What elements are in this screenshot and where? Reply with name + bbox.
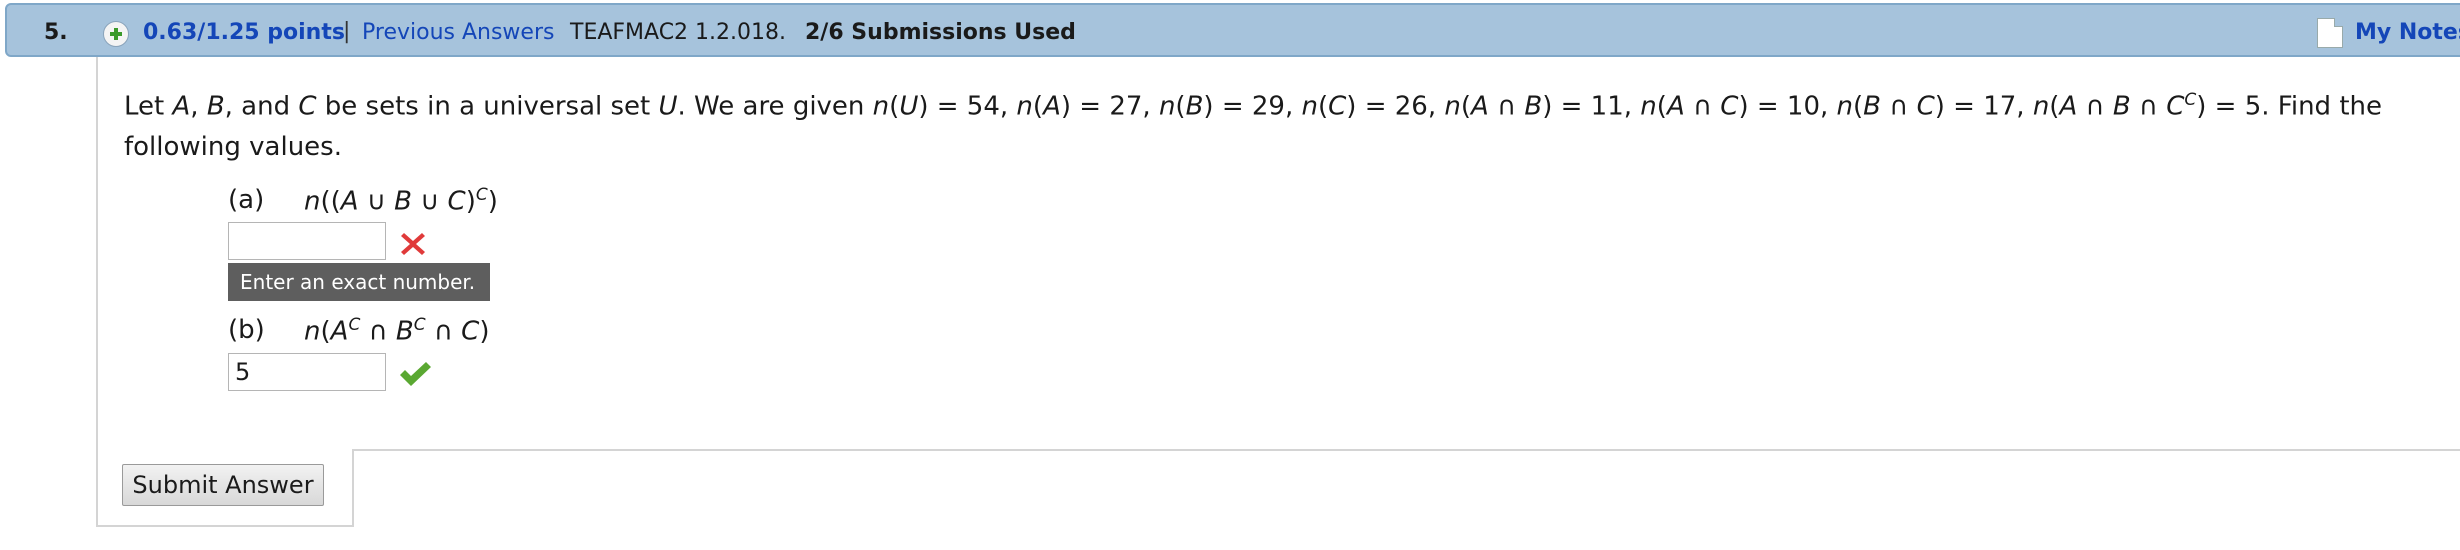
part-b-label: (b) [228,315,265,345]
check-icon [398,360,432,392]
part-b-answer-input[interactable] [228,353,386,391]
part-a-tooltip: Enter an exact number. [228,263,490,301]
part-b-expression: n(AC ∩ BC ∩ C) [304,315,490,347]
submit-answer-button[interactable]: Submit Answer [122,464,324,506]
problem-statement: Let A, B, and C be sets in a universal s… [124,90,2382,162]
panel-divider [352,449,2460,451]
notes-icon[interactable] [2317,18,2343,48]
panel-border-right [352,449,354,527]
panel-border-left [96,57,98,527]
question-header: 5. 0.63/1.25 points | Previous Answers T… [5,3,2460,57]
previous-answers-link[interactable]: Previous Answers [362,20,554,45]
cross-icon [398,229,428,263]
header-separator: | [343,19,351,44]
part-a-expression: n((A ∪ B ∪ C)C) [304,185,498,217]
my-notes-link[interactable]: My Notes [2355,20,2460,45]
question-number: 5. [44,20,68,45]
panel-border-bottom [96,525,354,527]
submissions-used: 2/6 Submissions Used [805,20,1076,45]
part-a-label: (a) [228,185,265,215]
part-a-answer-input[interactable] [228,222,386,260]
points-link[interactable]: 0.63/1.25 points [143,20,345,45]
problem-code: TEAFMAC2 1.2.018. [570,20,787,45]
plus-icon[interactable] [103,21,129,47]
